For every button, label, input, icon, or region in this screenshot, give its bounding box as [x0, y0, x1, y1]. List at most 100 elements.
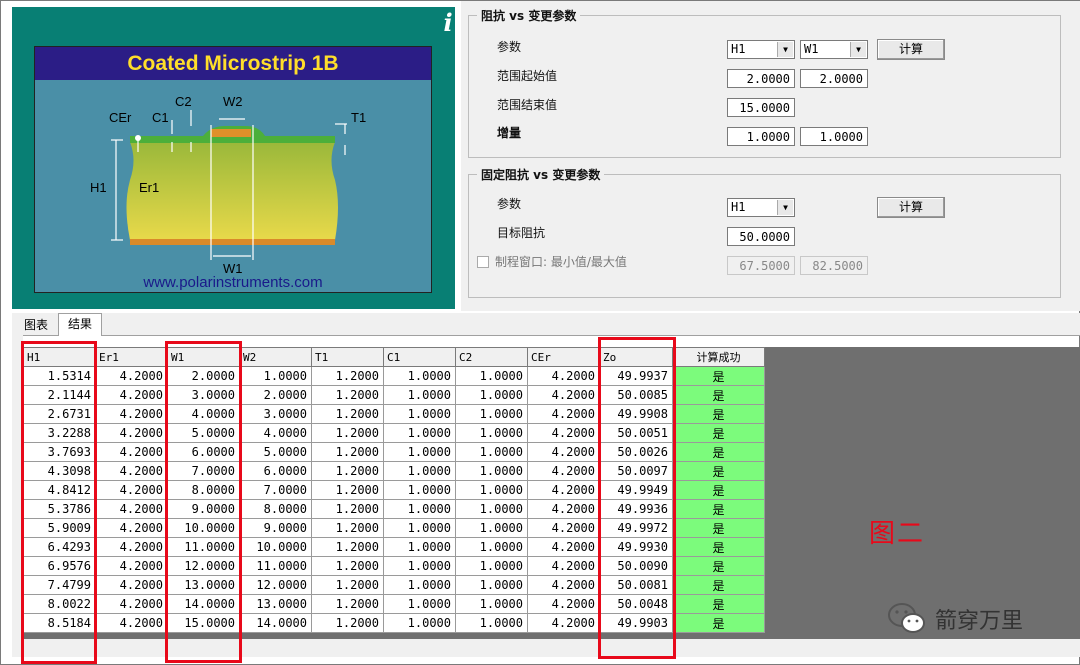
table-cell[interactable]: 4.2000 [95, 442, 168, 462]
table-cell[interactable]: 4.2000 [527, 461, 600, 481]
table-cell[interactable]: 1.2000 [311, 480, 384, 500]
table-cell[interactable]: 1.0000 [383, 556, 456, 576]
table-cell[interactable]: 1.0000 [455, 366, 528, 386]
start1-field[interactable]: 2.0000 [727, 69, 795, 88]
table-cell[interactable]: 1.0000 [383, 575, 456, 595]
table-cell[interactable]: 1.2000 [311, 575, 384, 595]
table-cell[interactable]: 4.2000 [527, 385, 600, 405]
table-cell[interactable]: 1.0000 [455, 556, 528, 576]
end1-field[interactable]: 15.0000 [727, 98, 795, 117]
table-cell[interactable]: 1.0000 [383, 423, 456, 443]
table-cell[interactable]: 1.0000 [383, 366, 456, 386]
table-cell[interactable]: 12.0000 [239, 575, 312, 595]
table-cell[interactable]: 4.2000 [95, 480, 168, 500]
table-cell[interactable]: 1.0000 [455, 594, 528, 614]
table-cell[interactable]: 是 [672, 461, 765, 481]
table-cell[interactable]: 3.0000 [239, 404, 312, 424]
table-cell[interactable]: 1.2000 [311, 423, 384, 443]
column-header[interactable]: Er1 [95, 347, 168, 367]
table-cell[interactable]: 4.2000 [527, 442, 600, 462]
table-cell[interactable]: 1.0000 [455, 442, 528, 462]
param1-select[interactable]: H1 ▼ [727, 40, 795, 59]
table-cell[interactable]: 5.0000 [239, 442, 312, 462]
table-cell[interactable]: 4.2000 [95, 385, 168, 405]
column-header[interactable]: 计算成功 [672, 347, 765, 367]
table-cell[interactable]: 是 [672, 594, 765, 614]
table-cell[interactable]: 4.2000 [527, 499, 600, 519]
table-cell[interactable]: 4.2000 [527, 366, 600, 386]
column-header[interactable]: C1 [383, 347, 456, 367]
table-cell[interactable]: 是 [672, 613, 765, 633]
table-cell[interactable]: 是 [672, 518, 765, 538]
table-cell[interactable]: 10.0000 [239, 537, 312, 557]
table-cell[interactable]: 1.0000 [455, 537, 528, 557]
table-cell[interactable]: 4.2000 [95, 423, 168, 443]
table-cell[interactable]: 是 [672, 499, 765, 519]
step1-field[interactable]: 1.0000 [727, 127, 795, 146]
table-cell[interactable]: 1.2000 [311, 556, 384, 576]
table-cell[interactable]: 1.0000 [383, 613, 456, 633]
table-cell[interactable]: 4.2000 [527, 518, 600, 538]
table-cell[interactable]: 4.2000 [95, 366, 168, 386]
table-cell[interactable]: 1.0000 [383, 537, 456, 557]
table-cell[interactable]: 4.2000 [95, 613, 168, 633]
table-cell[interactable]: 1.0000 [455, 385, 528, 405]
table-cell[interactable]: 1.0000 [455, 499, 528, 519]
table-cell[interactable]: 1.0000 [383, 461, 456, 481]
table-cell[interactable]: 4.2000 [95, 575, 168, 595]
table-cell[interactable]: 1.0000 [455, 404, 528, 424]
column-header[interactable]: CEr [527, 347, 600, 367]
table-cell[interactable]: 1.2000 [311, 366, 384, 386]
column-header[interactable]: W2 [239, 347, 312, 367]
table-cell[interactable]: 1.2000 [311, 385, 384, 405]
table-cell[interactable]: 4.2000 [527, 594, 600, 614]
table-cell[interactable]: 1.0000 [455, 518, 528, 538]
table-cell[interactable]: 8.0000 [239, 499, 312, 519]
table-cell[interactable]: 4.2000 [95, 594, 168, 614]
calculate-button[interactable]: 计算 [877, 197, 945, 218]
table-cell[interactable]: 4.2000 [95, 537, 168, 557]
table-cell[interactable]: 4.2000 [527, 423, 600, 443]
table-cell[interactable]: 1.0000 [383, 385, 456, 405]
table-cell[interactable]: 4.2000 [527, 575, 600, 595]
table-cell[interactable]: 是 [672, 404, 765, 424]
table-cell[interactable]: 4.2000 [95, 518, 168, 538]
table-cell[interactable]: 1.0000 [455, 461, 528, 481]
step2-field[interactable]: 1.0000 [800, 127, 868, 146]
table-cell[interactable]: 1.0000 [455, 423, 528, 443]
tab-results[interactable]: 结果 [58, 313, 102, 336]
table-cell[interactable]: 1.0000 [383, 404, 456, 424]
table-cell[interactable]: 1.0000 [383, 480, 456, 500]
table-cell[interactable]: 4.2000 [95, 461, 168, 481]
target-impedance-field[interactable]: 50.0000 [727, 227, 795, 246]
window-max-field[interactable]: 82.5000 [800, 256, 868, 275]
table-cell[interactable]: 1.2000 [311, 461, 384, 481]
table-cell[interactable]: 1.0000 [455, 575, 528, 595]
param-select[interactable]: H1 ▼ [727, 198, 795, 217]
table-cell[interactable]: 1.0000 [383, 499, 456, 519]
start2-field[interactable]: 2.0000 [800, 69, 868, 88]
table-cell[interactable]: 1.2000 [311, 518, 384, 538]
table-cell[interactable]: 是 [672, 556, 765, 576]
table-cell[interactable]: 1.0000 [239, 366, 312, 386]
table-cell[interactable]: 1.0000 [383, 442, 456, 462]
table-cell[interactable]: 1.0000 [383, 518, 456, 538]
table-cell[interactable]: 是 [672, 442, 765, 462]
table-cell[interactable]: 6.0000 [239, 461, 312, 481]
table-cell[interactable]: 1.0000 [455, 480, 528, 500]
table-cell[interactable]: 4.2000 [527, 537, 600, 557]
table-cell[interactable]: 1.2000 [311, 499, 384, 519]
table-cell[interactable]: 1.2000 [311, 404, 384, 424]
table-cell[interactable]: 是 [672, 423, 765, 443]
table-cell[interactable]: 13.0000 [239, 594, 312, 614]
table-cell[interactable]: 14.0000 [239, 613, 312, 633]
table-cell[interactable]: 是 [672, 385, 765, 405]
calculate-button[interactable]: 计算 [877, 39, 945, 60]
table-cell[interactable]: 4.2000 [527, 404, 600, 424]
table-cell[interactable]: 1.0000 [455, 613, 528, 633]
param2-select[interactable]: W1 ▼ [800, 40, 868, 59]
table-cell[interactable]: 是 [672, 366, 765, 386]
table-cell[interactable]: 4.2000 [95, 404, 168, 424]
table-cell[interactable]: 是 [672, 575, 765, 595]
table-cell[interactable]: 11.0000 [239, 556, 312, 576]
